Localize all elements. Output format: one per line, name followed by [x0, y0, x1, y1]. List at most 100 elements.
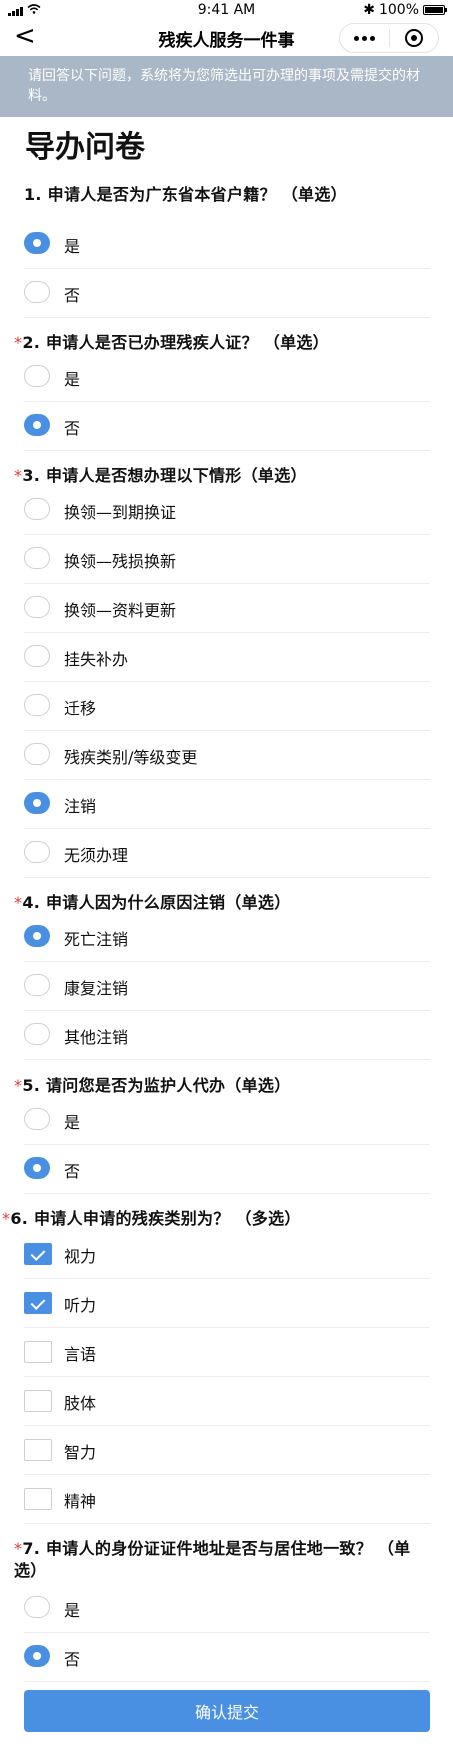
question-title-text: 6. 申请人申请的残疾类别为？ （多选） — [10, 1209, 301, 1228]
radio-button[interactable] — [24, 694, 50, 716]
option-label: 无须办理 — [64, 846, 129, 865]
option-label: 肢体 — [64, 1394, 97, 1413]
more-dots-icon — [353, 35, 375, 41]
question-2-title: *2. 申请人是否已办理残疾人证？ （单选） — [14, 332, 424, 354]
question-6-option[interactable]: 肢体 — [24, 1377, 430, 1426]
option-label: 视力 — [64, 1247, 97, 1266]
option-divider — [24, 1059, 430, 1060]
more-button[interactable] — [340, 24, 389, 52]
bluetooth-icon: ✱ — [363, 2, 375, 18]
submit-button[interactable]: 确认提交 — [24, 1690, 430, 1732]
question-6-option[interactable]: 视力 — [24, 1230, 430, 1279]
question-3-option[interactable]: 换领—到期换证 — [24, 486, 430, 535]
page-title: 导办问卷 — [25, 130, 145, 165]
checkbox[interactable] — [24, 1243, 52, 1265]
checkbox[interactable] — [24, 1341, 52, 1363]
checkbox[interactable] — [24, 1439, 52, 1461]
question-3-option[interactable]: 注销 — [24, 780, 430, 829]
option-label: 否 — [64, 1650, 81, 1669]
close-mini-program-button[interactable] — [390, 24, 439, 52]
question-title-text: 2. 申请人是否已办理残疾人证？ （单选） — [22, 333, 329, 352]
option-divider — [24, 1681, 430, 1682]
radio-button[interactable] — [24, 1596, 50, 1618]
mini-program-capsule — [339, 23, 439, 53]
option-label: 迁移 — [64, 699, 97, 718]
question-3-option[interactable]: 换领—资料更新 — [24, 584, 430, 633]
status-right: ✱ 100% — [363, 2, 447, 18]
question-2-option[interactable]: 否 — [24, 402, 430, 451]
nav-bar: < 残疾人服务一件事 — [0, 20, 453, 56]
question-3-option[interactable]: 迁移 — [24, 682, 430, 731]
option-label: 精神 — [64, 1492, 97, 1511]
option-label: 是 — [64, 237, 81, 256]
question-5-option[interactable]: 是 — [24, 1096, 430, 1145]
option-label: 康复注销 — [64, 979, 129, 998]
target-icon — [404, 29, 423, 47]
radio-button[interactable] — [24, 743, 50, 765]
question-3-option[interactable]: 挂失补办 — [24, 633, 430, 682]
option-label: 智力 — [64, 1443, 97, 1462]
question-1-option[interactable]: 是 — [24, 220, 430, 269]
radio-button[interactable] — [24, 232, 50, 254]
question-3-option[interactable]: 无须办理 — [24, 829, 430, 878]
option-label: 是 — [64, 1601, 81, 1620]
option-label: 是 — [64, 370, 81, 389]
radio-button[interactable] — [24, 1645, 50, 1667]
question-6-option[interactable]: 听力 — [24, 1279, 430, 1328]
question-4-option[interactable]: 康复注销 — [24, 962, 430, 1011]
question-title-text: 7. 申请人的身份证证件地址是否与居住地一致？ （单选） — [14, 1539, 411, 1580]
question-5-option[interactable]: 否 — [24, 1145, 430, 1194]
option-label: 否 — [64, 419, 81, 438]
checkbox[interactable] — [24, 1292, 52, 1314]
radio-button[interactable] — [24, 596, 50, 618]
question-2-option[interactable]: 是 — [24, 353, 430, 402]
question-6-option[interactable]: 言语 — [24, 1328, 430, 1377]
radio-button[interactable] — [24, 498, 50, 520]
option-label: 换领—资料更新 — [64, 601, 177, 620]
radio-button[interactable] — [24, 547, 50, 569]
option-divider — [24, 877, 430, 878]
checkbox[interactable] — [24, 1488, 52, 1510]
question-title-text: 3. 申请人是否想办理以下情形（单选） — [22, 466, 307, 485]
radio-button[interactable] — [24, 974, 50, 996]
question-6-option[interactable]: 智力 — [24, 1426, 430, 1475]
option-label: 否 — [64, 286, 81, 305]
question-5-title: *5. 请问您是否为监护人代办（单选） — [14, 1075, 424, 1097]
radio-button[interactable] — [24, 1157, 50, 1179]
checkbox[interactable] — [24, 1390, 52, 1412]
option-divider — [24, 450, 430, 451]
question-4-title: *4. 申请人因为什么原因注销（单选） — [14, 892, 424, 914]
question-6-option[interactable]: 精神 — [24, 1475, 430, 1524]
option-label: 残疾类别/等级变更 — [64, 748, 198, 767]
question-6-title: *6. 申请人申请的残疾类别为？ （多选） — [2, 1208, 412, 1230]
question-7-option[interactable]: 否 — [24, 1633, 430, 1682]
question-1-title: 1. 申请人是否为广东省本省户籍？ （单选） — [24, 184, 434, 206]
question-1-option[interactable]: 否 — [24, 269, 430, 318]
question-4-option[interactable]: 死亡注销 — [24, 913, 430, 962]
question-3-option[interactable]: 换领—残损换新 — [24, 535, 430, 584]
question-3-option[interactable]: 残疾类别/等级变更 — [24, 731, 430, 780]
option-divider — [24, 1193, 430, 1194]
question-7-option[interactable]: 是 — [24, 1584, 430, 1633]
question-title-text: 5. 请问您是否为监护人代办（单选） — [22, 1076, 291, 1095]
radio-button[interactable] — [24, 1108, 50, 1130]
battery-icon — [423, 5, 447, 15]
radio-button[interactable] — [24, 365, 50, 387]
question-title-text: 4. 申请人因为什么原因注销（单选） — [22, 893, 291, 912]
radio-button[interactable] — [24, 414, 50, 436]
radio-button[interactable] — [24, 281, 50, 303]
question-title-text: 1. 申请人是否为广东省本省户籍？ （单选） — [24, 185, 347, 204]
option-label: 是 — [64, 1113, 81, 1132]
option-label: 否 — [64, 1162, 81, 1181]
radio-button[interactable] — [24, 925, 50, 947]
option-label: 听力 — [64, 1296, 97, 1315]
question-7-title: *7. 申请人的身份证证件地址是否与居住地一致？ （单选） — [14, 1538, 424, 1582]
option-label: 死亡注销 — [64, 930, 129, 949]
radio-button[interactable] — [24, 792, 50, 814]
question-4-option[interactable]: 其他注销 — [24, 1011, 430, 1060]
option-label: 言语 — [64, 1345, 97, 1364]
radio-button[interactable] — [24, 645, 50, 667]
option-label: 注销 — [64, 797, 97, 816]
radio-button[interactable] — [24, 1023, 50, 1045]
radio-button[interactable] — [24, 841, 50, 863]
